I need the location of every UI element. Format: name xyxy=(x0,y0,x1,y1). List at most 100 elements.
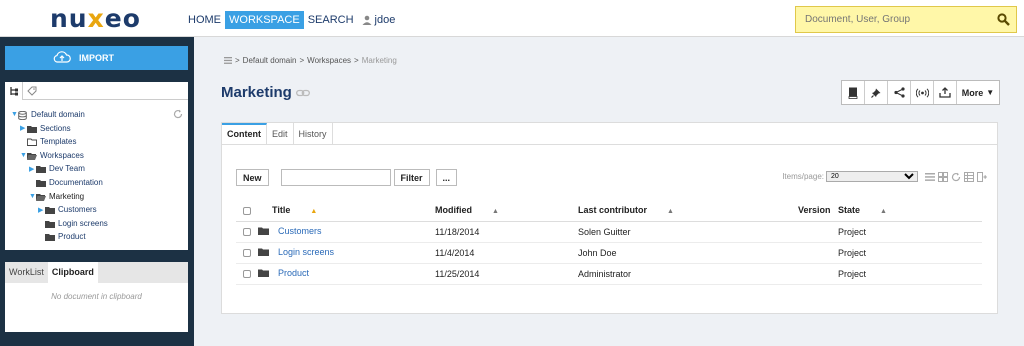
tree-item[interactable]: ▼ Default domain xyxy=(11,109,85,121)
user-menu[interactable]: jdoe xyxy=(362,14,396,26)
items-per-page-label: Items/page xyxy=(782,172,822,181)
folder-icon xyxy=(258,269,269,279)
refresh-icon[interactable] xyxy=(173,109,183,119)
thumbnail-view-icon[interactable] xyxy=(938,171,948,182)
breadcrumb-separator: > xyxy=(235,56,240,65)
title-cell: Customers xyxy=(258,221,435,243)
username: jdoe xyxy=(374,14,396,26)
title-cell: Product xyxy=(258,263,435,285)
chevron-down-icon: ▼ xyxy=(986,88,995,97)
filter-input[interactable] xyxy=(280,169,391,186)
add-column-icon[interactable] xyxy=(977,171,987,182)
share-button[interactable] xyxy=(888,81,911,104)
tree-item[interactable]: ▼ Marketing xyxy=(29,191,84,202)
tree-item[interactable]: Login screens xyxy=(38,218,108,229)
tab-edit[interactable]: Edit xyxy=(267,123,294,144)
tree-item[interactable]: ▼ Workspaces xyxy=(20,150,84,161)
tab-clipboard[interactable]: Clipboard xyxy=(47,262,98,283)
import-label: IMPORT xyxy=(79,53,114,63)
breadcrumb-separator: > xyxy=(354,56,359,65)
nav-workspace[interactable]: WORKSPACE xyxy=(225,11,304,29)
import-button[interactable]: IMPORT xyxy=(5,46,188,70)
section-icon xyxy=(27,125,37,133)
column-state[interactable]: State ▲ xyxy=(838,200,982,222)
main-content: > Default domain > Workspaces > Marketin… xyxy=(194,37,1024,346)
filter-button[interactable]: Filter xyxy=(393,169,430,186)
table-row[interactable]: Login screens 11/4/2014 John Doe Project xyxy=(236,242,982,264)
column-modified[interactable]: Modified ▲ xyxy=(435,200,578,222)
breadcrumb-item-domain[interactable]: Default domain xyxy=(243,56,297,65)
folder-icon xyxy=(36,193,46,201)
follow-button[interactable] xyxy=(911,81,934,104)
new-button[interactable]: New xyxy=(236,169,269,186)
nav-home[interactable]: HOME xyxy=(186,11,223,29)
tab-tags[interactable] xyxy=(23,82,41,100)
collapsed-arrow-icon[interactable]: ▶ xyxy=(38,206,45,214)
permalink-icon[interactable] xyxy=(295,89,310,97)
breadcrumb-item-workspaces[interactable]: Workspaces xyxy=(307,56,351,65)
folder-icon xyxy=(36,165,46,174)
sort-asc-icon: ▲ xyxy=(310,208,318,216)
column-title[interactable]: Title ▲ xyxy=(272,200,435,222)
select-all-checkbox[interactable] xyxy=(243,206,251,215)
expanded-arrow-icon[interactable]: ▼ xyxy=(20,152,27,159)
tab-content[interactable]: Content xyxy=(222,123,267,144)
tree-item[interactable]: ▶ Sections xyxy=(20,123,71,134)
add-to-collection-button[interactable] xyxy=(842,81,865,104)
expanded-arrow-icon[interactable]: ▼ xyxy=(11,111,18,118)
sort-icon: ▲ xyxy=(667,208,674,216)
tab-history[interactable]: History xyxy=(294,123,333,144)
column-last-contributor[interactable]: Last contributor ▲ xyxy=(578,200,798,222)
refresh-list-icon[interactable] xyxy=(951,172,961,182)
document-link[interactable]: Product xyxy=(278,268,309,278)
tree-item[interactable]: Templates xyxy=(20,136,76,147)
more-options-button[interactable]: ... xyxy=(435,169,458,186)
collapsed-arrow-icon[interactable]: ▶ xyxy=(29,165,36,173)
expanded-arrow-icon[interactable]: ▼ xyxy=(29,193,36,200)
row-checkbox[interactable] xyxy=(243,228,251,237)
row-checkbox[interactable] xyxy=(243,249,251,258)
state-cell: Project xyxy=(838,221,982,243)
table-header-row: Title ▲ Modified ▲ Last contributor ▲ Versi… xyxy=(236,200,982,222)
tree-item[interactable]: Documentation xyxy=(29,177,103,188)
folder-icon xyxy=(45,206,55,215)
search-input[interactable] xyxy=(796,7,986,32)
items-per-page-select[interactable]: 20 xyxy=(826,171,918,182)
search-box xyxy=(795,6,1017,33)
pin-button[interactable] xyxy=(865,81,888,104)
nav-search[interactable]: SEARCH xyxy=(306,11,356,29)
collapsed-arrow-icon[interactable]: ▶ xyxy=(20,124,27,132)
export-button[interactable] xyxy=(934,81,957,104)
folder-icon xyxy=(27,152,37,160)
folder-icon xyxy=(45,233,55,242)
search-icon[interactable] xyxy=(997,13,1010,26)
table-row[interactable]: Customers 11/18/2014 Solen Guitter Project xyxy=(236,221,982,243)
clipboard-panel: WorkList Clipboard No document in clipbo… xyxy=(5,262,188,332)
documents-table: Title ▲ Modified ▲ Last contributor ▲ Versi… xyxy=(236,200,982,285)
document-link[interactable]: Login screens xyxy=(278,247,334,257)
content-tabs: Content Edit History xyxy=(222,123,997,145)
tree-item-label: Customers xyxy=(58,205,97,215)
title-cell: Login screens xyxy=(258,242,435,264)
tree-item-label: Login screens xyxy=(58,218,108,228)
book-icon xyxy=(848,87,858,99)
more-actions-dropdown[interactable]: More ▼ xyxy=(957,81,999,104)
nuxeo-logo[interactable]: nuxeo xyxy=(50,4,141,33)
navigation-tree-panel: ▼ Default domain ▶ Sections Templates ▼ Worksp… xyxy=(5,82,188,250)
document-link[interactable]: Customers xyxy=(278,226,322,236)
documents-table-body: Customers 11/18/2014 Solen Guitter Project L… xyxy=(236,221,982,285)
table-row[interactable]: Product 11/25/2014 Administrator Project xyxy=(236,263,982,285)
more-label: More xyxy=(961,87,984,98)
menu-icon[interactable] xyxy=(224,57,232,64)
tab-worklist[interactable]: WorkList xyxy=(5,262,48,283)
column-version[interactable]: Version xyxy=(798,200,838,222)
tab-tree[interactable] xyxy=(5,82,23,100)
row-checkbox[interactable] xyxy=(243,270,251,279)
tree-item-label: Dev Team xyxy=(49,164,85,174)
tree-item[interactable]: ▶ Dev Team xyxy=(29,163,85,174)
spreadsheet-icon[interactable] xyxy=(964,171,974,182)
list-view-icon[interactable] xyxy=(925,172,935,182)
tree-item-label: Workspaces xyxy=(40,150,84,160)
tree-item[interactable]: ▶ Customers xyxy=(38,204,97,215)
tree-item[interactable]: Product xyxy=(38,231,86,242)
